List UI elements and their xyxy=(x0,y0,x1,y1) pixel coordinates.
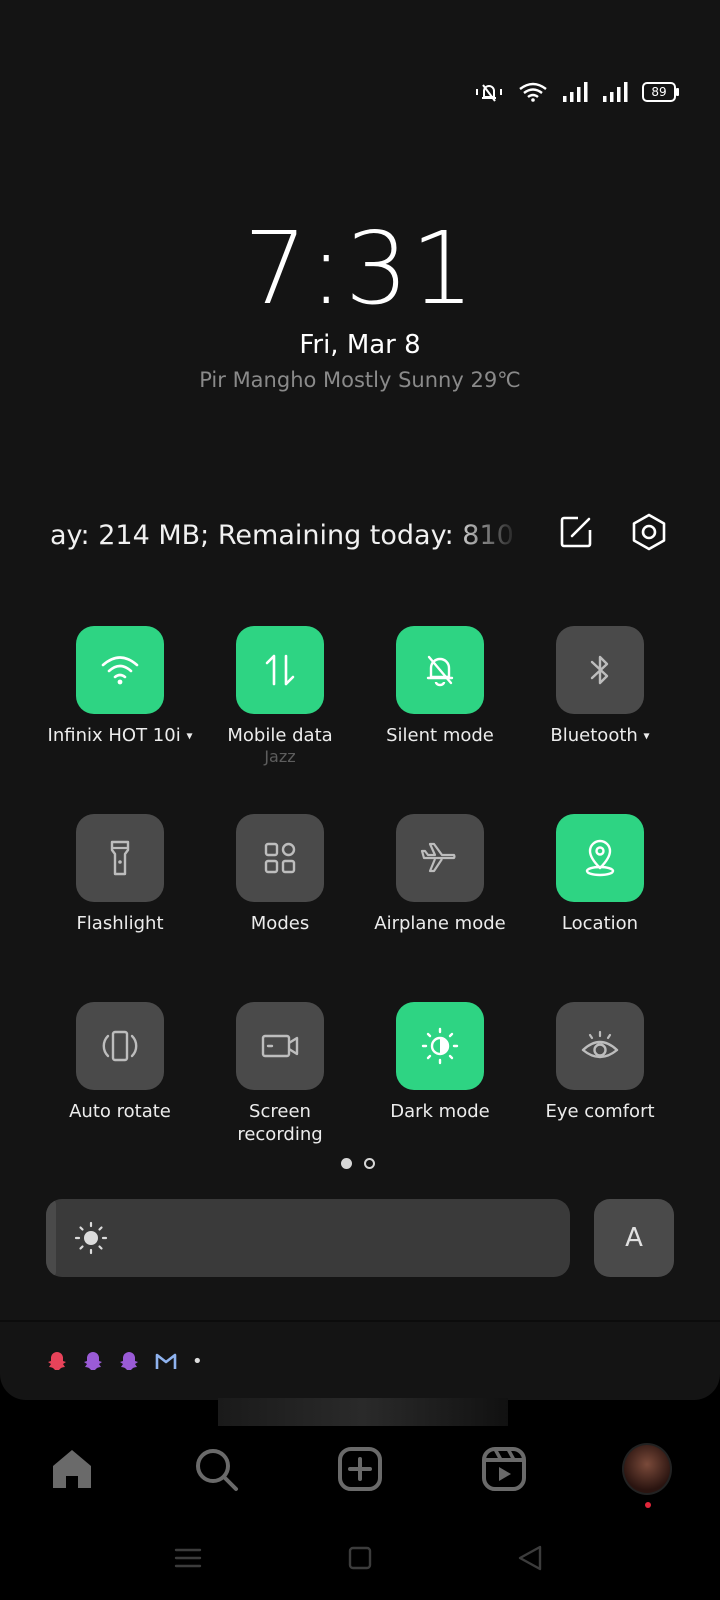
gear-icon xyxy=(632,513,666,551)
snapchat-icon xyxy=(120,1352,138,1370)
flashlight-icon xyxy=(110,840,130,876)
tile-label: Silent mode xyxy=(386,725,494,746)
tile-label: Dark mode xyxy=(390,1101,490,1122)
home-button[interactable] xyxy=(342,1540,378,1576)
reels-icon xyxy=(482,1447,526,1491)
brightness-fill xyxy=(46,1199,57,1277)
tile-screen-recording-button[interactable] xyxy=(236,1002,324,1090)
tile-silent-mode[interactable]: Silent mode xyxy=(365,626,515,747)
tile-airplane-mode[interactable]: Airplane mode xyxy=(365,814,515,935)
nav-profile-button[interactable] xyxy=(622,1443,672,1495)
signal-icon-2 xyxy=(603,82,628,102)
signal-icon xyxy=(563,82,588,102)
tile-label: Mobile data xyxy=(227,725,333,746)
eye-comfort-icon xyxy=(581,1030,619,1059)
quick-settings-panel: 89 7:31 Fri, Mar 8 Pir Mangho Mostly Sun… xyxy=(0,0,720,1400)
home-icon xyxy=(53,1450,91,1488)
nav-reels-button[interactable] xyxy=(479,1444,529,1494)
tile-label: Bluetooth ▾ xyxy=(550,725,650,746)
chevron-down-icon[interactable]: ▾ xyxy=(186,729,192,743)
battery-icon: 89 xyxy=(642,82,679,102)
edit-icon xyxy=(560,516,592,548)
menu-icon xyxy=(174,1548,202,1568)
tile-bluetooth-button[interactable] xyxy=(556,626,644,714)
tile-silent-mode-button[interactable] xyxy=(396,626,484,714)
battery-level: 89 xyxy=(651,85,667,99)
auto-brightness-button[interactable]: A xyxy=(594,1199,674,1277)
tile-label: Infinix HOT 10i ▾ xyxy=(47,725,193,746)
recents-button[interactable] xyxy=(170,1540,206,1576)
brightness-slider[interactable] xyxy=(46,1199,570,1277)
more-notifications-dot: • xyxy=(192,1350,203,1372)
tile-label: Modes xyxy=(250,913,310,934)
tile-label: Eye comfort xyxy=(545,1101,655,1122)
square-icon xyxy=(348,1546,372,1570)
tile-label: Flashlight xyxy=(76,913,164,934)
back-triangle-icon xyxy=(518,1545,542,1571)
tile-modes[interactable]: Modes xyxy=(205,814,355,935)
wifi-icon xyxy=(519,82,547,102)
tile-auto-rotate[interactable]: Auto rotate xyxy=(45,1002,195,1123)
chevron-down-icon[interactable]: ▾ xyxy=(644,729,650,743)
nav-search-button[interactable] xyxy=(191,1444,241,1494)
tile-flashlight-button[interactable] xyxy=(76,814,164,902)
tile-dark-mode-button[interactable] xyxy=(396,1002,484,1090)
plus-square-icon xyxy=(338,1447,382,1491)
airplane-icon xyxy=(420,842,456,873)
date: Fri, Mar 8 xyxy=(299,330,421,360)
mobile-data-icon xyxy=(265,654,295,686)
search-icon xyxy=(196,1449,238,1491)
tile-label: Location xyxy=(561,913,639,934)
tile-auto-rotate-button[interactable] xyxy=(76,1002,164,1090)
tile-label: Screen recording xyxy=(237,1101,323,1145)
tile-mobile-data-button[interactable] xyxy=(236,626,324,714)
page-dot-2[interactable] xyxy=(364,1158,375,1169)
edit-button[interactable] xyxy=(556,512,596,552)
weather[interactable]: Pir Mangho Mostly Sunny 29℃ xyxy=(0,368,720,392)
tile-label: Airplane mode xyxy=(374,913,506,934)
location-icon xyxy=(585,839,615,877)
tile-eye-comfort[interactable]: Eye comfort xyxy=(525,1002,675,1123)
dark-mode-icon xyxy=(421,1027,459,1065)
nav-home-button[interactable] xyxy=(47,1444,97,1494)
tile-label: Auto rotate xyxy=(69,1101,171,1122)
avatar xyxy=(622,1443,672,1495)
tile-wifi-button[interactable] xyxy=(76,626,164,714)
tile-wifi[interactable]: Infinix HOT 10i ▾ xyxy=(45,626,195,748)
tile-location[interactable]: Location xyxy=(525,814,675,935)
notification-icons[interactable]: • xyxy=(46,1350,203,1372)
tile-dark-mode[interactable]: Dark mode xyxy=(365,1002,515,1123)
tile-screen-recording[interactable]: Screen recording xyxy=(205,1002,355,1146)
profile-notification-dot xyxy=(645,1502,651,1508)
bluetooth-icon xyxy=(590,655,609,685)
page-dot-1[interactable] xyxy=(341,1158,352,1169)
vibrate-mute-icon xyxy=(476,84,502,102)
clock[interactable]: 7:31 xyxy=(0,210,720,327)
tile-flashlight[interactable]: Flashlight xyxy=(45,814,195,935)
divider xyxy=(0,1320,720,1322)
back-button[interactable] xyxy=(512,1540,548,1576)
background-app-peek xyxy=(218,1398,508,1428)
tile-sublabel: Jazz xyxy=(264,747,296,766)
snapchat-icon xyxy=(84,1352,102,1370)
screen-recording-icon xyxy=(261,1034,299,1058)
page-indicator xyxy=(341,1158,375,1169)
modes-icon xyxy=(264,842,296,874)
snapchat-icon xyxy=(48,1352,66,1370)
tile-eye-comfort-button[interactable] xyxy=(556,1002,644,1090)
tile-modes-button[interactable] xyxy=(236,814,324,902)
status-bar-icons: 89 xyxy=(474,80,679,104)
tile-mobile-data[interactable]: Mobile data Jazz xyxy=(205,626,355,767)
settings-button[interactable] xyxy=(629,512,669,552)
sun-icon xyxy=(74,1221,108,1255)
gmail-icon xyxy=(155,1353,177,1369)
auto-rotate-icon xyxy=(102,1030,138,1062)
tile-airplane-mode-button[interactable] xyxy=(396,814,484,902)
nav-create-button[interactable] xyxy=(335,1444,385,1494)
data-usage-ticker[interactable]: ay: 214 MB; Remaining today: 810 MB xyxy=(50,520,520,551)
bell-off-icon xyxy=(426,655,454,687)
tile-bluetooth[interactable]: Bluetooth ▾ xyxy=(525,626,675,748)
wifi-icon xyxy=(101,656,139,685)
tile-location-button[interactable] xyxy=(556,814,644,902)
